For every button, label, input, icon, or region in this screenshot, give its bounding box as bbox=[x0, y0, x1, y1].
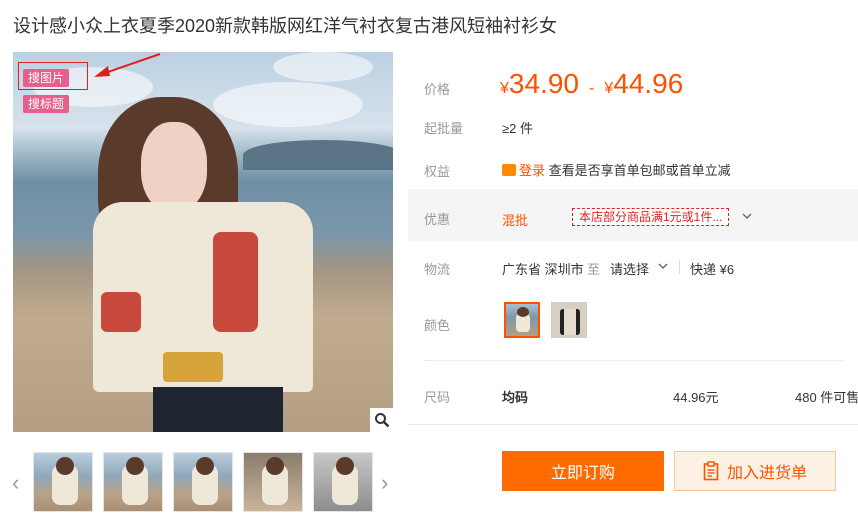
chevron-left-icon[interactable]: ‹ bbox=[12, 470, 19, 496]
coupon-icon bbox=[502, 164, 516, 176]
size-stock: 480 件可售 bbox=[795, 390, 858, 405]
min-order-label: 起批量 bbox=[424, 121, 464, 136]
buy-now-button[interactable]: 立即订购 bbox=[502, 451, 664, 491]
product-title: 设计感小众上衣夏季2020新款韩版网红洋气衬衣复古港风短袖衬衫女 bbox=[13, 16, 558, 36]
promo-tag[interactable]: 本店部分商品满1元或1件... bbox=[572, 208, 730, 226]
ship-from: 广东省 深圳市 bbox=[502, 262, 584, 277]
thumbnail[interactable] bbox=[173, 452, 233, 512]
color-swatch-2[interactable] bbox=[551, 302, 587, 338]
chevron-right-icon[interactable]: › bbox=[381, 470, 388, 496]
thumbnail[interactable] bbox=[33, 452, 93, 512]
price-high: 44.96 bbox=[613, 68, 684, 99]
price-range: ¥34.90- ¥44.96 bbox=[500, 68, 684, 99]
arrow-annotation-icon bbox=[94, 53, 161, 77]
chevron-down-icon[interactable] bbox=[742, 212, 752, 220]
benefit-row: 登录 查看是否享首单包邮或首单立减 bbox=[502, 160, 731, 179]
logistics-label: 物流 bbox=[424, 262, 451, 277]
color-label: 颜色 bbox=[424, 318, 451, 333]
login-link[interactable]: 登录 bbox=[519, 163, 545, 178]
add-to-cart-button[interactable]: 加入进货单 bbox=[674, 451, 836, 491]
promo-label: 优惠 bbox=[424, 212, 451, 227]
thumbnail[interactable] bbox=[103, 452, 163, 512]
size-name: 均码 bbox=[502, 390, 529, 405]
thumbnail[interactable] bbox=[313, 452, 373, 512]
ship-destination-select[interactable]: 请选择 bbox=[610, 259, 649, 278]
size-label: 尺码 bbox=[424, 390, 451, 405]
color-swatch-1[interactable] bbox=[504, 302, 540, 338]
search-zoom-icon[interactable] bbox=[370, 408, 394, 432]
benefit-label: 权益 bbox=[424, 164, 451, 179]
price-low: 34.90 bbox=[508, 68, 579, 99]
add-to-cart-label: 加入进货单 bbox=[726, 465, 807, 482]
ship-to-word: 至 bbox=[587, 262, 601, 277]
search-title-tag[interactable]: 搜标题 bbox=[23, 95, 70, 113]
express-fee: 快递 ¥6 bbox=[690, 262, 735, 277]
thumbnail[interactable] bbox=[243, 452, 303, 512]
chevron-down-icon[interactable] bbox=[658, 262, 668, 270]
clipboard-icon bbox=[703, 461, 719, 481]
promo-type: 混批 bbox=[502, 213, 529, 228]
price-label: 价格 bbox=[424, 82, 451, 97]
highlight-box bbox=[18, 62, 88, 90]
size-price: 44.96元 bbox=[673, 390, 719, 405]
main-product-image[interactable] bbox=[13, 52, 393, 432]
min-order-value: ≥2 件 bbox=[502, 121, 533, 136]
